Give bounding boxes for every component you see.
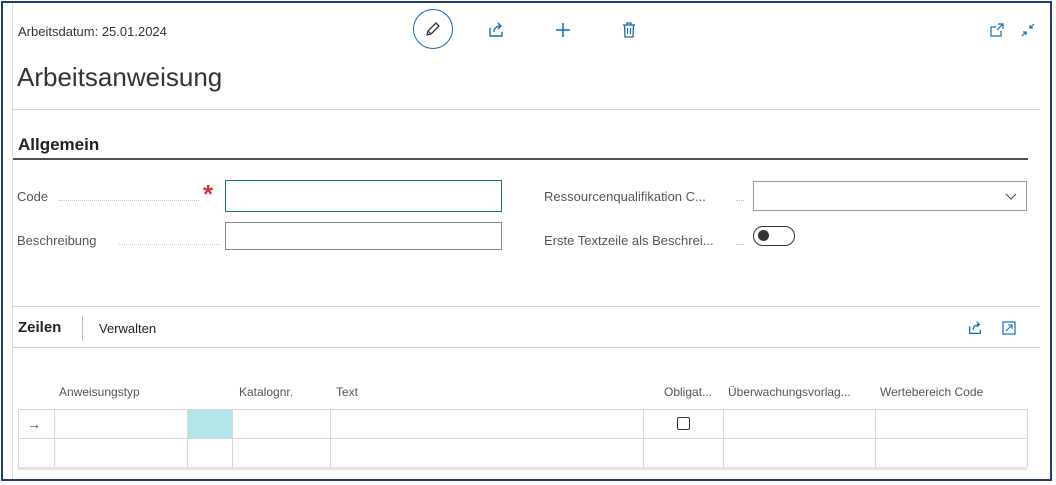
lines-share-button[interactable] — [966, 319, 984, 337]
lines-expand-button[interactable] — [1000, 319, 1018, 337]
row-indicator-arrow-icon: → — [27, 416, 41, 432]
share-icon — [969, 321, 981, 334]
add-button[interactable] — [552, 19, 574, 41]
open-in-new-window-icon — [990, 23, 1004, 37]
share-icon — [489, 22, 503, 37]
resource-qualification-select[interactable] — [753, 181, 1027, 211]
grid-line — [1027, 409, 1028, 467]
cell-katalognr[interactable] — [233, 410, 330, 438]
cell-text[interactable] — [331, 439, 643, 467]
column-header-text[interactable]: Text — [336, 385, 358, 399]
cell-ueberwachungsvorlage[interactable] — [724, 439, 875, 467]
description-leader-dots — [119, 244, 219, 245]
column-header-obligatorisch[interactable]: Obligat... — [664, 385, 712, 399]
first-line-as-description-label: Erste Textzeile als Beschrei... — [544, 233, 714, 248]
chevron-down-icon — [1005, 193, 1017, 200]
delete-button[interactable] — [618, 19, 640, 41]
code-label: Code — [17, 189, 49, 204]
tab-separator — [82, 316, 83, 341]
page-title: Arbeitsanweisung — [17, 62, 223, 92]
section-title-allgemein: Allgemein — [18, 135, 100, 154]
cell-wertebereich-code[interactable] — [876, 439, 1027, 467]
tab-verwalten[interactable]: Verwalten — [99, 321, 156, 336]
lines-section-divider — [13, 306, 1040, 307]
grid-line — [18, 409, 19, 467]
popout-button[interactable] — [988, 21, 1006, 39]
column-header-katalognr[interactable]: Katalognr. — [239, 385, 293, 399]
pencil-icon — [426, 22, 440, 36]
expand-icon — [1002, 321, 1016, 335]
work-date: Arbeitsdatum: 25.01.2024 — [18, 24, 167, 39]
collapse-button[interactable] — [1019, 21, 1037, 39]
first-line-as-description-toggle[interactable] — [753, 226, 795, 246]
header-divider — [13, 109, 1040, 110]
grid-line — [643, 409, 644, 467]
selected-cell[interactable] — [188, 410, 232, 438]
obligatorisch-checkbox[interactable] — [677, 417, 690, 430]
column-header-wertebereich-code[interactable]: Wertebereich Code — [880, 385, 983, 399]
collapse-icon — [1021, 23, 1035, 37]
code-leader-dots — [59, 200, 199, 201]
cell-text[interactable] — [331, 410, 643, 438]
toggle-knob — [758, 230, 769, 241]
required-marker: * — [203, 179, 214, 209]
content-left-border — [12, 3, 13, 479]
tab-zeilen[interactable]: Zeilen — [18, 319, 61, 336]
resource-leader-dots — [736, 200, 744, 201]
cell-ueberwachungsvorlage[interactable] — [724, 410, 875, 438]
cell-katalognr[interactable] — [233, 439, 330, 467]
grid-bottom-edge — [18, 467, 1027, 470]
trash-icon — [623, 22, 635, 38]
column-header-ueberwachungsvorlage[interactable]: Überwachungsvorlag... — [728, 385, 851, 399]
cell-wertebereich-code[interactable] — [876, 410, 1027, 438]
resource-qualification-label: Ressourcenqualifikation C... — [544, 189, 706, 204]
edit-button[interactable] — [413, 9, 453, 49]
plus-icon — [556, 23, 570, 37]
description-label: Beschreibung — [17, 233, 97, 248]
cell-anweisungstyp[interactable] — [55, 439, 187, 467]
share-button[interactable] — [485, 19, 507, 41]
section-underline — [13, 158, 1028, 160]
page-frame: Arbeitsdatum: 25.01.2024 Arbeitsanweisun… — [1, 1, 1052, 481]
first-line-leader-dots — [736, 244, 744, 245]
description-input[interactable] — [225, 222, 502, 250]
tabs-underline — [13, 347, 1040, 348]
column-header-anweisungstyp[interactable]: Anweisungstyp — [59, 385, 140, 399]
code-input[interactable] — [225, 180, 502, 212]
cell-anweisungstyp[interactable] — [55, 410, 187, 438]
